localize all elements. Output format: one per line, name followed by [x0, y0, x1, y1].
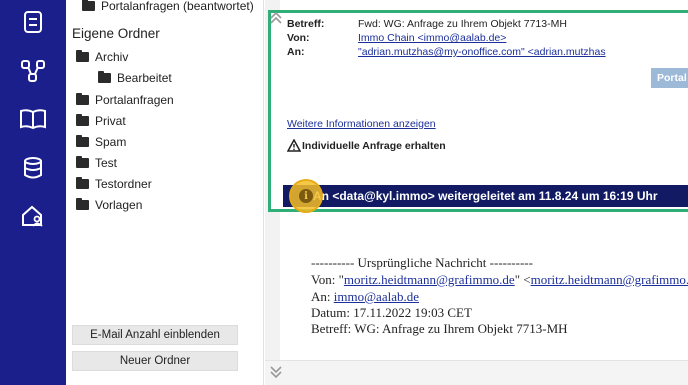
bottom-toolbar [265, 360, 688, 385]
subject-label: Betreff: [287, 18, 325, 30]
show-email-count-button[interactable]: E-Mail Anzahl einblenden [72, 325, 238, 345]
folder-icon [76, 114, 89, 126]
portal-button[interactable]: Portal [651, 68, 688, 88]
message-header: Betreff: Fwd: WG: Anfrage zu Ihrem Objek… [268, 10, 688, 213]
folder-icon [76, 50, 89, 62]
folder-icon [76, 135, 89, 147]
original-to-link[interactable]: immo@aalab.de [334, 289, 419, 304]
document-stack-icon[interactable] [19, 8, 47, 36]
original-from-link[interactable]: moritz.heidtmann@grafimmo.de [344, 272, 515, 287]
folder-archiv[interactable]: Archiv [76, 50, 128, 64]
message-view: Betreff: Fwd: WG: Anfrage zu Ihrem Objek… [265, 0, 688, 385]
warning-icon [287, 139, 301, 152]
individual-request-text: Individuelle Anfrage erhalten [302, 139, 446, 152]
app-sidebar [0, 0, 66, 385]
original-date-line: Datum: 17.11.2022 19:03 CET [311, 305, 472, 320]
folder-testordner[interactable]: Testordner [76, 177, 152, 191]
network-nodes-icon[interactable] [19, 57, 47, 85]
folder-icon [98, 71, 111, 83]
folder-bearbeitet[interactable]: Bearbeitet [98, 71, 172, 85]
folder-icon [76, 177, 89, 189]
original-subject-line: Betreff: WG: Anfrage zu Ihrem Objekt 771… [311, 321, 568, 336]
original-from-link-2[interactable]: moritz.heidtmann@grafimmo.de [531, 272, 688, 287]
folder-icon [76, 198, 89, 210]
expand-down-icon[interactable] [270, 365, 282, 384]
folder-test[interactable]: Test [76, 156, 117, 170]
more-info-link[interactable]: Weitere Informationen anzeigen [287, 118, 436, 130]
folder-icon [76, 156, 89, 168]
new-folder-button[interactable]: Neuer Ordner [72, 351, 238, 371]
subject-value: Fwd: WG: Anfrage zu Ihrem Objekt 7713-MH [358, 18, 567, 30]
original-message-divider: ---------- Ursprüngliche Nachricht -----… [311, 255, 533, 270]
folder-panel: Portalanfragen (beantwortet) Eigene Ordn… [66, 0, 264, 385]
database-icon[interactable] [19, 154, 47, 182]
folder-icon [76, 93, 89, 105]
folder-spam[interactable]: Spam [76, 135, 126, 149]
folder-portalanfragen-beantwortet[interactable]: Portalanfragen (beantwortet) [82, 0, 254, 13]
folder-vorlagen[interactable]: Vorlagen [76, 198, 142, 212]
to-label: An: [287, 46, 305, 58]
section-title-eigene-ordner: Eigene Ordner [72, 26, 160, 41]
from-link[interactable]: Immo Chain <immo@aalab.de> [358, 32, 506, 44]
click-highlight: i [289, 179, 323, 213]
folder-privat[interactable]: Privat [76, 114, 126, 128]
open-book-icon[interactable] [19, 105, 47, 133]
original-to-line: An: immo@aalab.de [311, 289, 419, 304]
folder-icon [82, 0, 95, 11]
individual-request-row: Individuelle Anfrage erhalten [287, 139, 446, 152]
info-icon[interactable]: i [299, 189, 313, 203]
forwarded-info-bar: An <data@kyl.immo> weitergeleitet am 11.… [283, 185, 688, 207]
from-label: Von: [287, 32, 310, 44]
to-link[interactable]: "adrian.mutzhas@my-onoffice.com" <adrian… [358, 46, 606, 58]
collapse-up-icon[interactable] [270, 11, 282, 30]
home-user-icon[interactable] [19, 202, 47, 230]
original-from-line: Von: "moritz.heidtmann@grafimmo.de" <mor… [311, 272, 688, 288]
folder-portalanfragen[interactable]: Portalanfragen [76, 93, 174, 107]
